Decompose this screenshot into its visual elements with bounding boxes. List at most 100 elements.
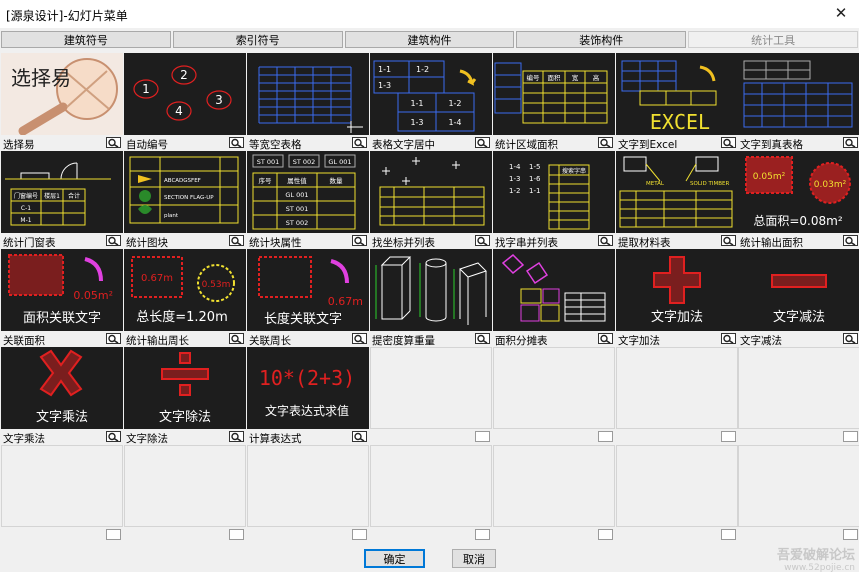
empty-marker [843,431,858,442]
empty-thumbnail [738,347,859,429]
slide-marker-icon [229,137,244,148]
thumb-text: 合计 [68,192,80,200]
cancel-button[interactable]: 取消 [452,549,496,568]
slide-thumbnail[interactable]: METAL SOLID TIMBER [616,151,738,233]
slide-caption: 关联面积 [3,335,45,347]
slide-marker-icon [106,137,121,148]
thumb-text: 1-3 [410,118,423,127]
empty-thumbnail [616,347,738,429]
empty-marker [475,529,490,540]
thumb-text: 1-2 [509,187,520,195]
empty-thumbnail [124,445,246,527]
slide-caption: 文字乘法 [3,433,45,445]
thumb-text: 门窗编号 [14,192,38,200]
thumb-text: 宽 [572,73,579,82]
slide-thumbnail[interactable] [370,151,492,233]
thumb-text: 面积 [548,73,562,82]
empty-marker [352,529,367,540]
slide-thumbnail[interactable]: 文字乘法 [1,347,123,429]
thumb-text: 1-1 [378,65,391,74]
ok-button[interactable]: 确定 [364,549,425,568]
slide-thumbnail[interactable]: 0.67m 0.53m 总长度=1.20m [124,249,246,331]
slide-thumbnail[interactable]: 10*(2+3) 文字表达式求值 [247,347,369,429]
slide-thumbnail[interactable]: 门窗编号 楼层1 合计 C-1 M-1 [1,151,123,233]
thumb-text: 1-5 [529,163,540,171]
thumb-text: 0.05m² [73,289,113,302]
slide-thumbnail[interactable] [493,249,615,331]
close-icon[interactable]: ✕ [831,3,851,23]
slide-caption: 面积分摊表 [495,335,548,347]
slide-thumbnail[interactable] [370,249,492,331]
slide-caption: 自动编号 [126,139,168,151]
thumb-text: 1-3 [378,81,391,90]
tab-statistics-tools[interactable]: 统计工具 [688,31,858,48]
tab-index-symbols[interactable]: 索引符号 [172,31,343,48]
category-tabs: 建筑符号 索引符号 建筑构件 装饰构件 统计工具 [1,31,858,48]
thumb-text: ST 001 [257,158,280,166]
magnifier-icon: 选择易 [11,58,118,135]
slide-thumbnail[interactable]: 0.05m² 0.03m² 总面积=0.08m² [738,151,859,233]
tab-architecture-symbols[interactable]: 建筑符号 [1,31,171,48]
slide-thumbnail[interactable]: 0.67m 长度关联文字 [247,249,369,331]
divide-icon: 文字除法 [159,352,211,425]
thumb-text: 文字除法 [159,410,211,425]
thumb-text: 文字加法 [651,310,703,325]
thumb-text: C-1 [21,205,31,212]
slide-thumbnail[interactable]: ST 001 ST 002 GL 001 序号 属性值 数量 GL 001 ST… [247,151,369,233]
slide-thumbnail[interactable]: 0.05m² 面积关联文字 [1,249,123,331]
slide-thumbnail[interactable]: EXCEL [616,53,738,135]
expression-preview: 10*(2+3) 文字表达式求值 [259,366,355,418]
empty-marker [721,431,736,442]
slide-thumbnail[interactable]: 文字除法 [124,347,246,429]
string-search-preview: 1-4 1-5 1-3 1-6 1-2 1-1 搜索字串 [509,163,590,230]
slide-thumbnail[interactable]: 选择易 [1,53,123,135]
slide-thumbnail[interactable] [247,53,369,135]
empty-marker [106,529,121,540]
watermark: 吾爱破解论坛 www.52pojie.cn [777,544,855,572]
slide-thumbnail[interactable]: 1 2 3 4 [124,53,246,135]
slide-caption: 关联周长 [249,335,291,347]
area-split-preview [501,253,606,322]
thumb-text: 4 [175,104,183,118]
thumb-text: 3 [215,93,223,107]
slide-marker-icon [229,333,244,344]
thumb-text: 属性值 [287,176,307,185]
slide-thumbnail[interactable]: ABCADGSFEF SECTION FLAG-UP plant [124,151,246,233]
thumb-text: METAL [646,181,665,187]
multiply-icon: 文字乘法 [36,349,88,425]
slide-marker-icon [475,235,490,246]
thumb-text: 楼层1 [44,192,60,200]
thumb-text: 长度关联文字 [264,311,342,327]
slide-thumbnail[interactable] [738,53,859,135]
slide-thumbnail[interactable]: 编号 面积 宽 高 [493,53,615,135]
thumb-text: 1-2 [416,65,429,74]
slide-caption: 统计输出周长 [126,335,189,347]
thumb-text: 数量 [330,176,344,185]
slide-caption: 计算表达式 [249,433,302,445]
door-window-preview: 门窗编号 楼层1 合计 C-1 M-1 [5,162,111,226]
thumb-text: 0.05m² [753,172,786,182]
slide-marker-icon [352,431,367,442]
watermark-title: 吾爱破解论坛 [776,548,855,563]
excel-preview: EXCEL [621,60,717,134]
slide-thumbnail[interactable]: 文字减法 [738,249,859,331]
thumb-text: 0.53m [202,280,231,290]
slide-thumbnail[interactable]: 1-4 1-5 1-3 1-6 1-2 1-1 搜索字串 [493,151,615,233]
thumb-text: ST 002 [286,219,309,227]
tab-building-components[interactable]: 建筑构件 [344,31,515,48]
slide-thumbnail[interactable]: 1-1 1-2 1-3 1-1 1-2 1-3 1-4 [370,53,492,135]
slide-marker-icon [598,137,613,148]
tab-decoration-components[interactable]: 装饰构件 [516,31,687,48]
thumb-text: 编号 [527,73,541,82]
slide-marker-icon [106,333,121,344]
slide-caption: 统计区域面积 [495,139,558,151]
slide-caption: 文字到Excel [618,139,678,151]
thumb-text: 搜索字串 [562,167,586,175]
slide-marker-icon [352,333,367,344]
title-bar: [源泉设计]-幻灯片菜单 ✕ [0,0,859,28]
slide-marker-icon [229,431,244,442]
perimeter-output-preview: 0.67m 0.53m 总长度=1.20m [131,256,235,325]
thumb-text: GL 001 [285,191,308,199]
empty-thumbnail [370,347,492,429]
slide-thumbnail[interactable]: 文字加法 [616,249,738,331]
